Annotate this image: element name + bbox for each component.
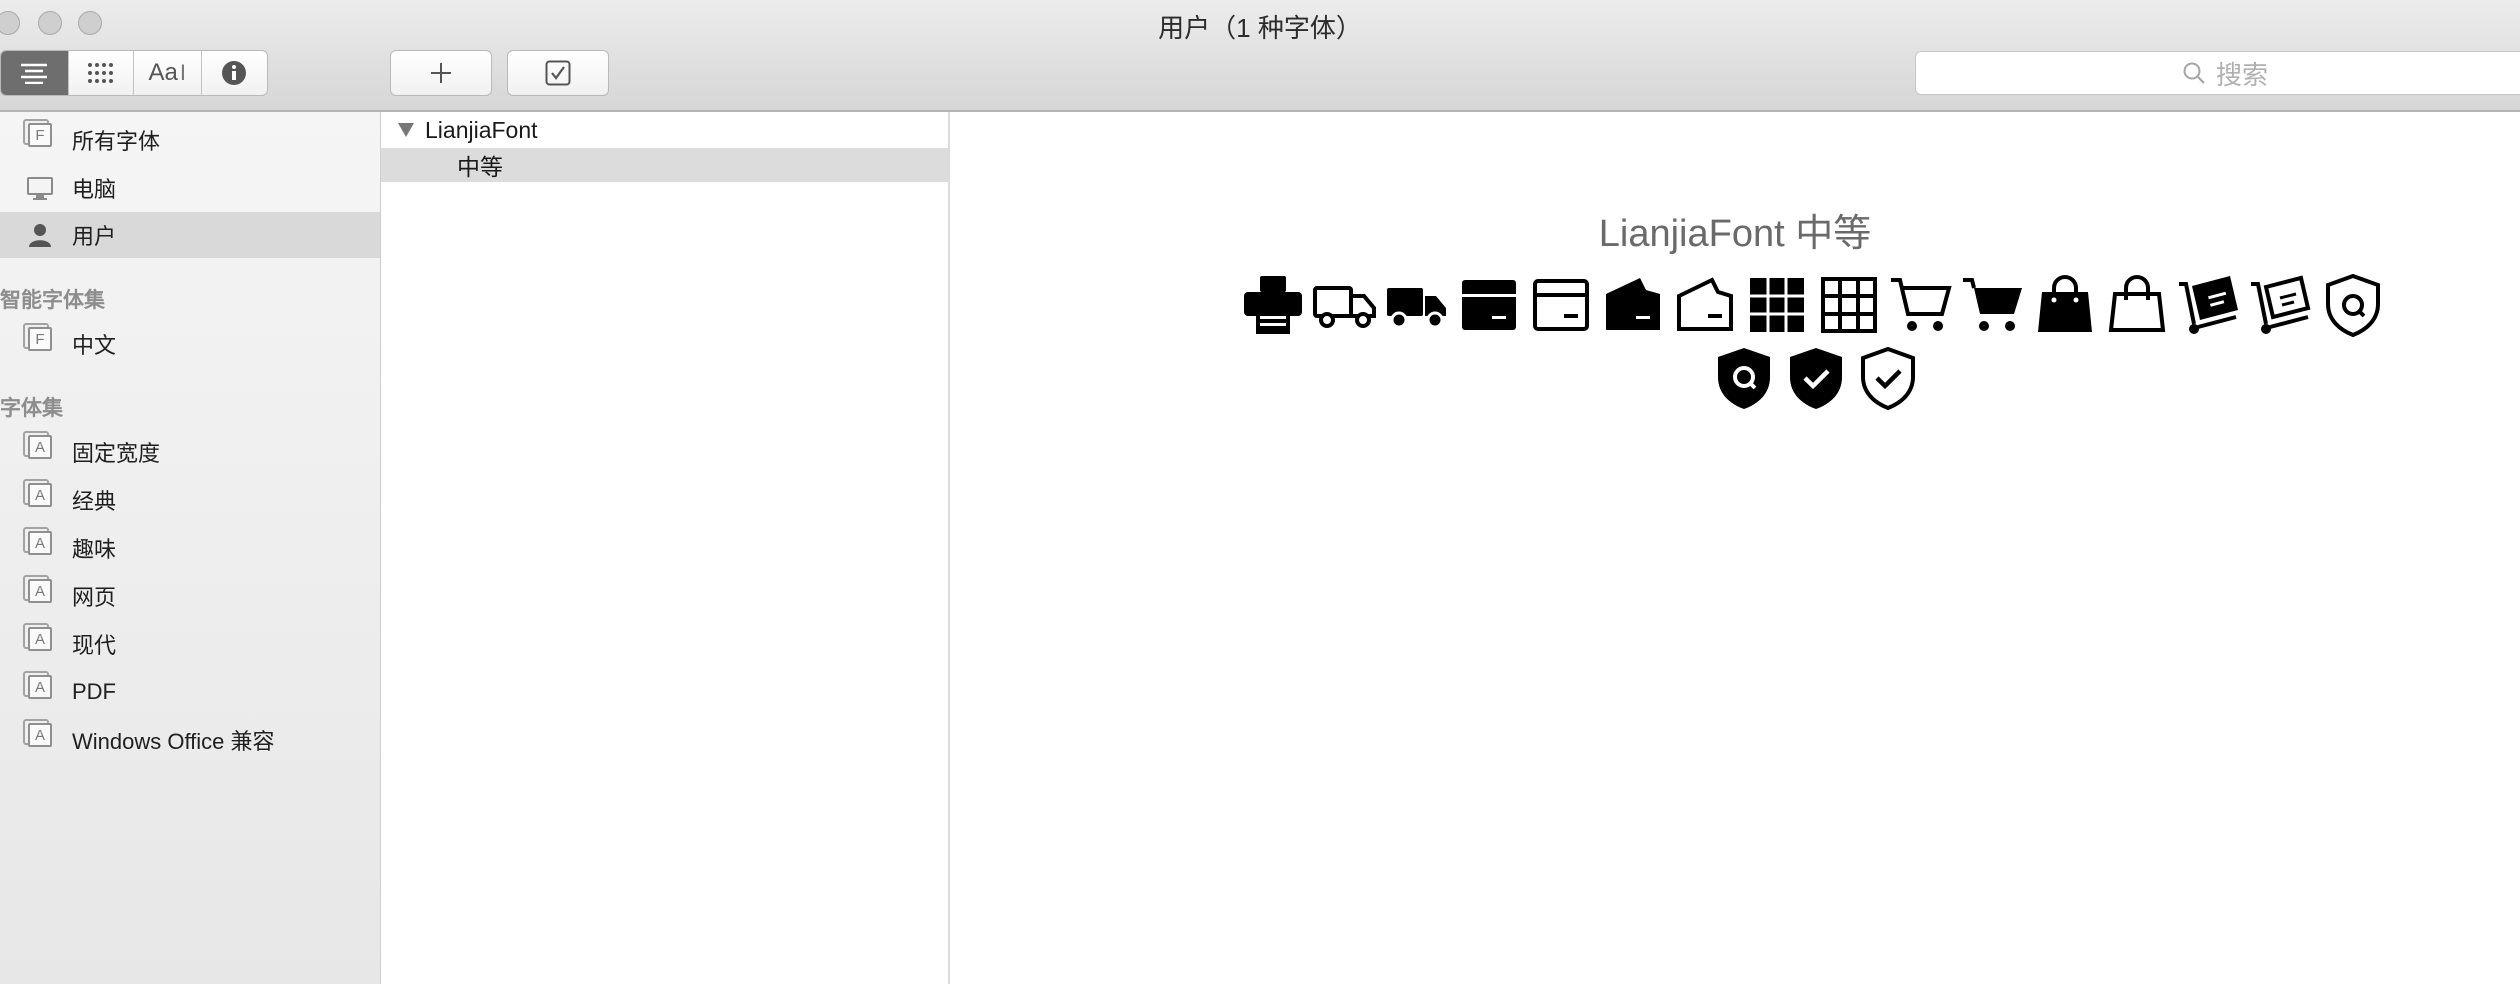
font-preview: LianjiaFont 中等 <box>950 112 2520 984</box>
shield-q-outline-icon <box>2326 273 2380 338</box>
title-bar: 用户（1 种字体） Aa I 搜索 <box>0 0 2520 112</box>
grid-icon <box>87 63 113 83</box>
sidebar: F 所有字体 电脑 用户 智能字体集 F 中文 字体集 A 固定宽度 A 经典 … <box>0 112 381 984</box>
sidebar-item-all-fonts[interactable]: F 所有字体 <box>0 117 380 163</box>
sidebar-item-fun[interactable]: A 趣味 <box>0 525 380 571</box>
window-title: 用户（1 种字体） <box>1158 13 1362 43</box>
font-family-name: LianjiaFont <box>425 116 538 143</box>
truck-filled-icon <box>1387 288 1446 329</box>
shield-check-filled-icon <box>1790 348 1842 409</box>
box-outline-icon <box>1533 279 1589 331</box>
font-book-icon: F <box>28 123 52 147</box>
grid-view-button[interactable] <box>69 51 135 95</box>
sidebar-item-chinese[interactable]: F 中文 <box>0 321 380 367</box>
grid-outline-icon <box>1821 277 1877 333</box>
grid-filled-icon <box>1750 278 1804 332</box>
sidebar-item-label: 趣味 <box>72 537 117 562</box>
box-open-outline-icon <box>1677 277 1733 331</box>
list-icon <box>21 63 48 84</box>
font-family-row[interactable]: LianjiaFont <box>381 112 949 148</box>
list-view-button[interactable] <box>1 51 69 95</box>
cart-outline-icon <box>1891 278 1952 331</box>
smart-collections-heading: 智能字体集 <box>0 289 105 312</box>
user-icon <box>29 224 51 247</box>
sidebar-item-label: 用户 <box>72 224 117 249</box>
sidebar-item-label: 固定宽度 <box>72 441 161 466</box>
sidebar-item-pdf[interactable]: A PDF <box>0 669 380 715</box>
sidebar-item-modern[interactable]: A 现代 <box>0 621 380 667</box>
search-placeholder: 搜索 <box>2215 59 2268 90</box>
bag-filled-icon <box>2038 275 2092 332</box>
sidebar-item-fixed-width[interactable]: A 固定宽度 <box>0 429 380 475</box>
sidebar-item-user[interactable]: 用户 <box>0 212 380 258</box>
collection-icon: A <box>28 483 52 507</box>
sidebar-item-windows-office[interactable]: A Windows Office 兼容 <box>0 717 380 763</box>
truck-outline-icon <box>1313 286 1376 328</box>
sidebar-item-computer[interactable]: 电脑 <box>0 165 380 211</box>
sidebar-item-label: 经典 <box>72 489 117 514</box>
collection-icon: A <box>28 675 52 699</box>
collection-icon: A <box>28 579 52 603</box>
hand-truck-filled-icon <box>2179 276 2238 334</box>
collection-icon: A <box>28 531 52 555</box>
box-filled-icon <box>1462 280 1516 330</box>
search-input[interactable]: 搜索 <box>1915 51 2520 95</box>
box-open-filled-icon <box>1606 278 1660 330</box>
font-style-row[interactable]: 中等 <box>381 148 949 182</box>
view-mode-segmented-control: Aa I <box>0 50 268 96</box>
sidebar-item-classic[interactable]: A 经典 <box>0 477 380 523</box>
sidebar-item-web[interactable]: A 网页 <box>0 573 380 619</box>
collection-icon: A <box>28 723 52 747</box>
sidebar-item-label: 中文 <box>72 333 117 358</box>
computer-icon <box>27 177 53 200</box>
font-list: LianjiaFont 中等 <box>381 112 950 984</box>
sample-text-icon: Aa <box>148 59 178 86</box>
checkbox-icon <box>545 60 571 86</box>
search-icon <box>2183 62 2205 84</box>
sidebar-item-label: 现代 <box>72 633 117 658</box>
sidebar-item-label: 电脑 <box>72 177 117 202</box>
sample-view-button[interactable]: Aa I <box>134 51 202 95</box>
plus-icon <box>431 63 451 83</box>
font-style-name: 中等 <box>457 154 503 180</box>
sidebar-item-label: 网页 <box>72 585 117 610</box>
cart-filled-icon <box>1963 278 2022 331</box>
sidebar-item-label: PDF <box>72 679 116 704</box>
font-book-icon: F <box>28 327 52 351</box>
collection-icon: A <box>28 435 52 459</box>
add-font-button[interactable] <box>390 50 492 96</box>
sidebar-item-label: Windows Office 兼容 <box>72 729 275 754</box>
printer-icon <box>1244 276 1302 334</box>
info-view-button[interactable] <box>202 51 267 95</box>
hand-truck-outline-icon <box>2251 275 2311 334</box>
disclosure-triangle-icon[interactable] <box>397 122 415 138</box>
shield-check-outline-icon <box>1861 346 1915 411</box>
bag-outline-icon <box>2108 275 2166 332</box>
preview-title: LianjiaFont 中等 <box>1598 213 1872 255</box>
collections-heading: 字体集 <box>0 397 63 420</box>
sidebar-item-label: 所有字体 <box>72 129 161 154</box>
info-icon <box>222 61 247 85</box>
text-cursor-icon: I <box>179 60 186 85</box>
shield-q-filled-icon <box>1718 348 1770 409</box>
validate-font-button[interactable] <box>507 50 609 96</box>
collection-icon: A <box>28 627 52 651</box>
